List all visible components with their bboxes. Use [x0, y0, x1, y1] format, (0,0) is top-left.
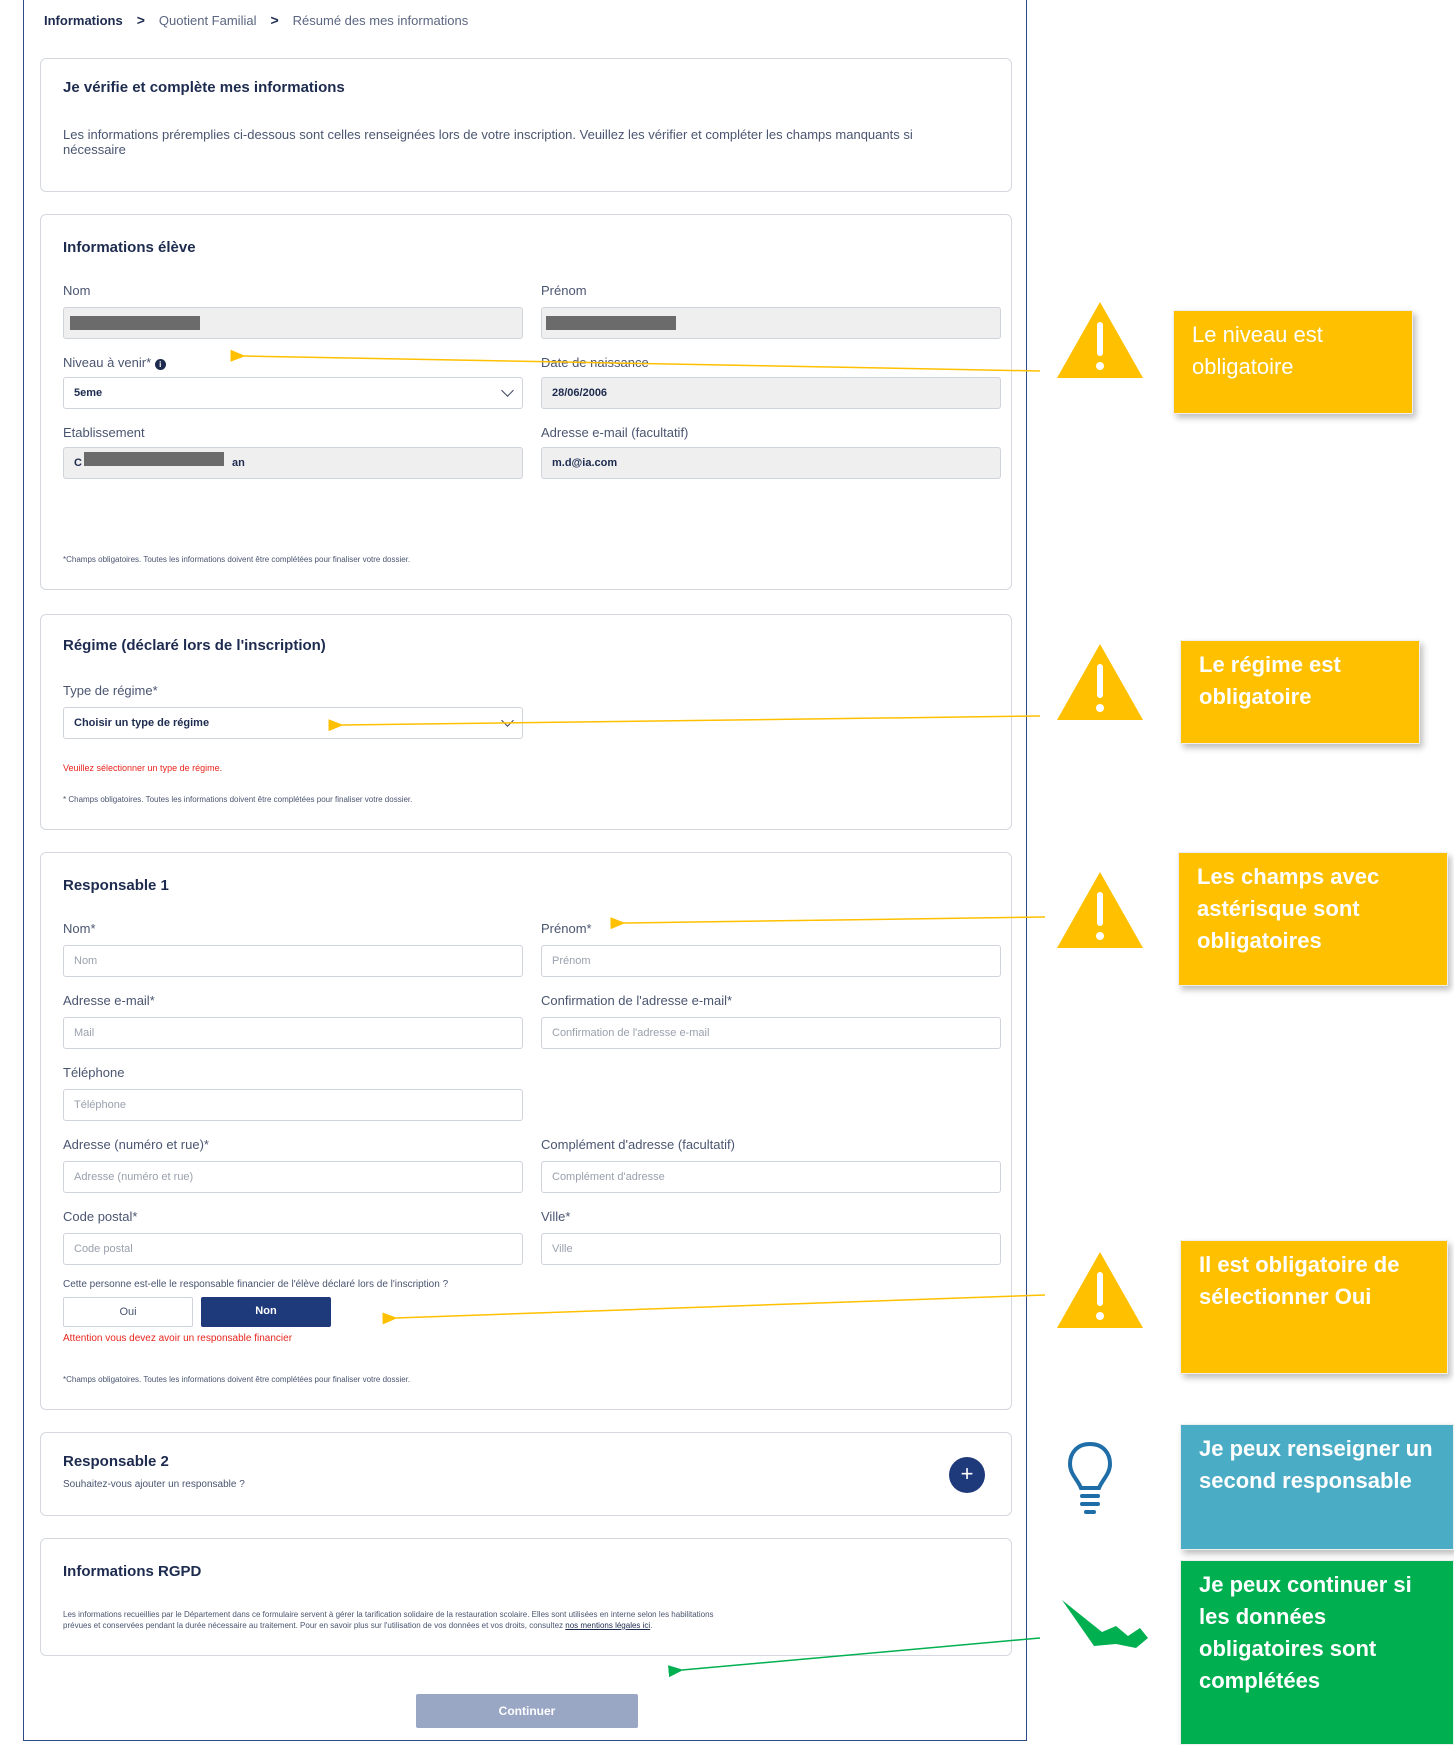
warning-icon — [1057, 1252, 1143, 1328]
eleve-note: *Champs obligatoires. Toutes les informa… — [63, 555, 411, 564]
eleve-prenom-label: Prénom — [541, 283, 587, 298]
resp2-card: Responsable 2 Souhaitez-vous ajouter un … — [40, 1432, 1012, 1516]
add-responsable-button[interactable]: + — [949, 1457, 985, 1493]
redaction-bar — [70, 316, 200, 330]
resp1-email-label: Adresse e-mail* — [63, 993, 155, 1008]
warning-icon — [1057, 872, 1143, 948]
rgpd-title: Informations RGPD — [63, 1563, 202, 1580]
callout-asterisque: Les champs avec astérisque sont obligato… — [1178, 852, 1448, 986]
chevron-down-icon — [501, 384, 514, 397]
warning-icon — [1057, 302, 1143, 378]
resp1-error: Attention vous devez avoir un responsabl… — [63, 1333, 293, 1344]
info-icon[interactable]: i — [154, 359, 166, 370]
etab-field: Can — [63, 447, 523, 479]
rgpd-text: Les informations recueillies par le Dépa… — [63, 1609, 993, 1631]
regime-error: Veuillez sélectionner un type de régime. — [63, 763, 223, 773]
resp2-title: Responsable 2 — [63, 1453, 169, 1470]
eleve-email-field: m.d@ia.com — [541, 447, 1001, 479]
resp1-adresse-label: Adresse (numéro et rue)* — [63, 1137, 209, 1152]
warning-icon — [1057, 644, 1143, 720]
rgpd-legal-link[interactable]: nos mentions légales ici — [565, 1621, 650, 1630]
breadcrumb-step-informations[interactable]: Informations — [44, 13, 123, 28]
eleve-nom-label: Nom — [63, 283, 91, 298]
regime-note: * Champs obligatoires. Toutes les inform… — [63, 795, 413, 804]
resp1-nom-label: Nom* — [63, 921, 96, 936]
resp1-card: Responsable 1 Nom* Prénom* Nom Prénom Ad… — [40, 852, 1012, 1410]
oui-button[interactable]: Oui — [63, 1297, 193, 1327]
eleve-card: Informations élève Nom Prénom Niveau à v… — [40, 214, 1012, 590]
pointing-hand-icon — [1062, 1600, 1148, 1648]
niveau-value: 5eme — [74, 387, 103, 399]
etab-value-start: C — [74, 457, 82, 469]
breadcrumb-step-quotient[interactable]: Quotient Familial — [159, 13, 257, 28]
resp1-prenom-label: Prénom* — [541, 921, 592, 936]
breadcrumb: Informations > Quotient Familial > Résum… — [44, 12, 468, 28]
regime-type-label: Type de régime* — [63, 683, 158, 698]
resp1-complement-label: Complément d'adresse (facultatif) — [541, 1137, 735, 1152]
resp1-adresse-input[interactable]: Adresse (numéro et rue) — [63, 1161, 523, 1193]
rgpd-text-b: prévues et conservées pendant la durée n… — [63, 1621, 566, 1630]
resp1-tel-label: Téléphone — [63, 1065, 125, 1080]
eleve-prenom-field — [541, 307, 1001, 339]
chevron-right-icon: > — [136, 12, 145, 28]
intro-text: Les informations préremplies ci-dessous … — [63, 127, 913, 157]
callout-regime: Le régime est obligatoire — [1180, 640, 1420, 744]
resp1-nom-input[interactable]: Nom — [63, 945, 523, 977]
etab-value-end: an — [232, 457, 245, 469]
niveau-select[interactable]: 5eme — [63, 377, 523, 409]
rgpd-text-a: Les informations recueillies par le Dépa… — [63, 1610, 714, 1619]
callout-niveau: Le niveau est obligatoire — [1173, 310, 1413, 414]
resp1-complement-input[interactable]: Complément d'adresse — [541, 1161, 1001, 1193]
chevron-right-icon: > — [270, 12, 279, 28]
callout-continuer: Je peux continuer si les données obligat… — [1180, 1560, 1454, 1745]
naissance-field: 28/06/2006 — [541, 377, 1001, 409]
etab-label: Etablissement — [63, 425, 145, 440]
niveau-label-text: Niveau à venir* — [63, 355, 152, 370]
resp1-confirm-label: Confirmation de l'adresse e-mail* — [541, 993, 733, 1008]
niveau-label: Niveau à venir* i — [63, 355, 166, 370]
resp1-cp-input[interactable]: Code postal — [63, 1233, 523, 1265]
resp1-prenom-input[interactable]: Prénom — [541, 945, 1001, 977]
regime-type-select[interactable]: Choisir un type de régime — [63, 707, 523, 739]
resp1-title: Responsable 1 — [63, 877, 169, 894]
intro-title: Je vérifie et complète mes informations — [63, 79, 345, 96]
resp2-subtitle: Souhaitez-vous ajouter un responsable ? — [63, 1479, 245, 1490]
callout-responsable2: Je peux renseigner un second responsable — [1180, 1424, 1454, 1550]
eleve-title: Informations élève — [63, 239, 196, 256]
resp1-cp-label: Code postal* — [63, 1209, 138, 1224]
resp1-email-input[interactable]: Mail — [63, 1017, 523, 1049]
regime-title: Régime (déclaré lors de l'inscription) — [63, 637, 326, 654]
rgpd-text-c: . — [650, 1621, 653, 1630]
naissance-label: Date de naissance — [541, 355, 649, 370]
resp1-question: Cette personne est-elle le responsable f… — [63, 1279, 449, 1290]
redaction-bar — [546, 316, 676, 330]
breadcrumb-step-resume[interactable]: Résumé des mes informations — [293, 13, 469, 28]
callout-oui: Il est obligatoire de sélectionner Oui — [1180, 1240, 1448, 1374]
resp1-ville-label: Ville* — [541, 1209, 571, 1224]
lightbulb-icon — [1067, 1441, 1113, 1514]
intro-card: Je vérifie et complète mes informations … — [40, 58, 1012, 192]
resp1-note: *Champs obligatoires. Toutes les informa… — [63, 1375, 411, 1384]
redaction-bar — [84, 452, 224, 466]
regime-type-value: Choisir un type de régime — [74, 717, 210, 729]
rgpd-card: Informations RGPD Les informations recue… — [40, 1538, 1012, 1656]
chevron-down-icon — [501, 714, 514, 727]
non-button[interactable]: Non — [201, 1297, 331, 1327]
regime-card: Régime (déclaré lors de l'inscription) T… — [40, 614, 1012, 830]
eleve-email-label: Adresse e-mail (facultatif) — [541, 425, 689, 440]
resp1-ville-input[interactable]: Ville — [541, 1233, 1001, 1265]
resp1-tel-input[interactable]: Téléphone — [63, 1089, 523, 1121]
eleve-nom-field — [63, 307, 523, 339]
resp1-confirm-input[interactable]: Confirmation de l'adresse e-mail — [541, 1017, 1001, 1049]
continue-button[interactable]: Continuer — [416, 1694, 638, 1728]
